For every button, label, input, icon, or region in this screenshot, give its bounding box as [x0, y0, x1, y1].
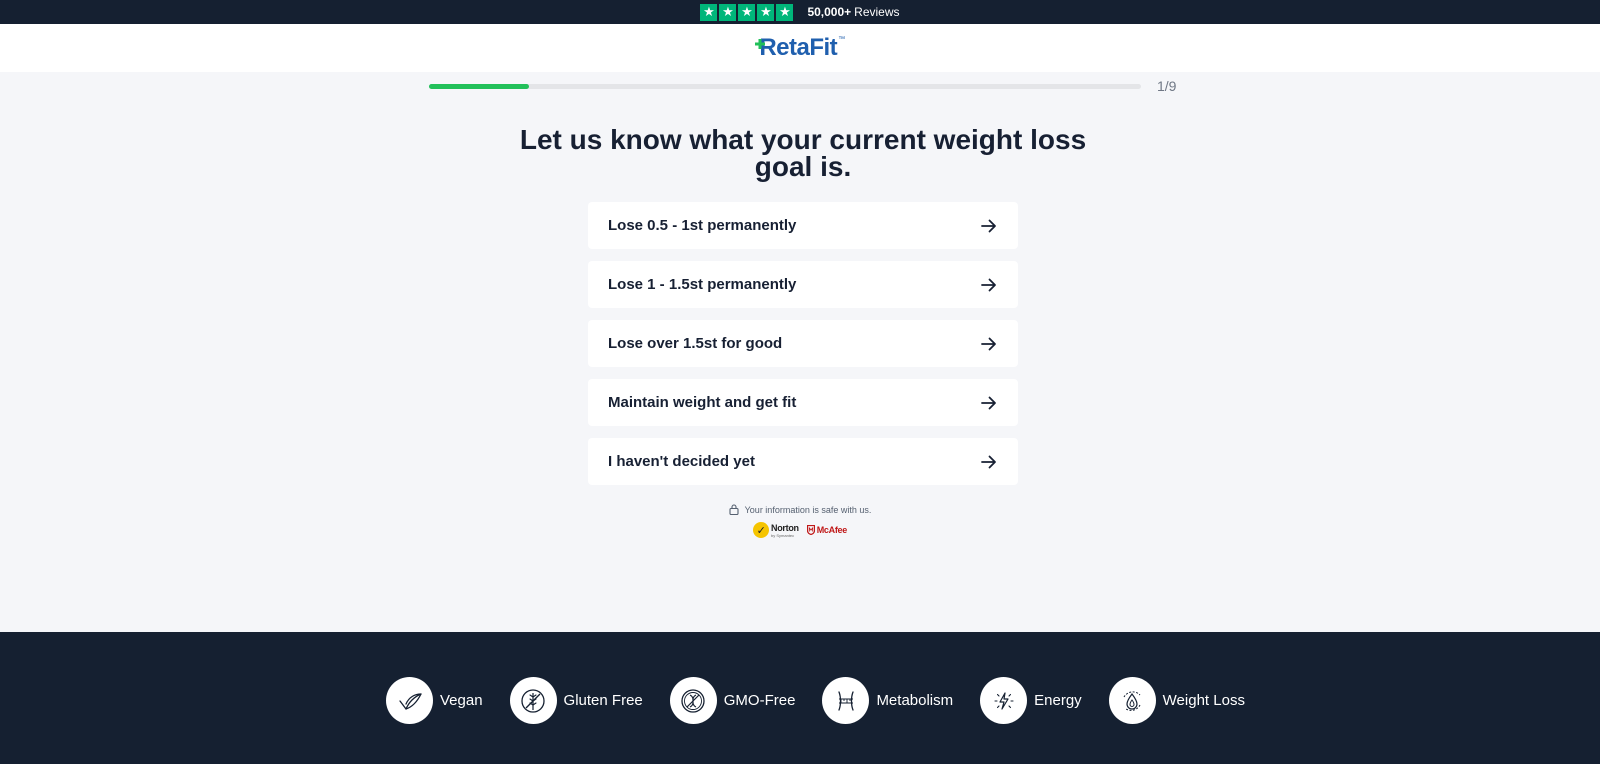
star-icon: ★: [719, 3, 737, 21]
question-title: Let us know what your current weight los…: [519, 124, 1087, 182]
lock-icon: [729, 504, 739, 515]
site-header: RetaFit ™: [0, 24, 1600, 72]
feature-icon-circle: [1108, 677, 1156, 724]
option-lose-over-one-half-stone[interactable]: Lose over 1.5st for good: [588, 320, 1018, 367]
reviews-label: Reviews: [854, 5, 900, 19]
arrow-right-icon: [981, 455, 996, 468]
waist-icon: [838, 690, 854, 711]
star-icon: ★: [738, 3, 756, 21]
mcafee-label: McAfee: [816, 525, 848, 535]
gmo-free-icon: [681, 688, 705, 713]
feature-label: Metabolism: [876, 692, 954, 709]
wheat-crossed-icon: [521, 688, 545, 713]
shield-icon: [806, 525, 815, 535]
option-label: Lose 0.5 - 1st permanently: [608, 217, 797, 234]
brand-logo[interactable]: RetaFit ™: [755, 34, 845, 62]
norton-label: Norton: [771, 522, 799, 533]
star-icon: ★: [776, 3, 794, 21]
star-icon: ★: [700, 3, 718, 21]
feature-icon-circle: [669, 677, 717, 724]
feature-label: Energy: [1034, 692, 1082, 709]
trademark-mark: ™: [838, 36, 845, 43]
security-text: Your information is safe with us.: [744, 504, 872, 515]
arrow-right-icon: [981, 396, 996, 409]
fat-burn-icon: [1123, 690, 1141, 711]
reviews-count: 50,000+: [807, 5, 852, 19]
security-note: Your information is safe with us.: [0, 504, 1600, 515]
answer-options: Lose 0.5 - 1st permanently Lose 1 - 1.5s…: [588, 202, 1018, 497]
trustpilot-stars: ★ ★ ★ ★ ★: [700, 3, 794, 21]
feature-vegan: Vegan: [386, 677, 483, 724]
feature-weight-loss: Weight Loss: [1108, 677, 1245, 724]
mcafee-badge: McAfee: [806, 525, 848, 535]
feature-gmo-free: GMO-Free: [669, 677, 796, 724]
leaf-icon: [398, 692, 422, 710]
feature-icon-circle: [980, 677, 1028, 724]
security-badges: ✓ Norton by Symantec McAfee: [0, 522, 1600, 538]
lightning-icon: [994, 691, 1014, 710]
feature-label: Vegan: [440, 692, 483, 709]
option-label: Lose over 1.5st for good: [608, 335, 783, 352]
progress-fill: [429, 84, 529, 89]
option-label: Lose 1 - 1.5st permanently: [608, 276, 797, 293]
norton-sub-label: by Symantec: [771, 532, 795, 538]
option-not-decided[interactable]: I haven't decided yet: [588, 438, 1018, 485]
option-lose-one-to-one-half-stone[interactable]: Lose 1 - 1.5st permanently: [588, 261, 1018, 308]
option-maintain-weight[interactable]: Maintain weight and get fit: [588, 379, 1018, 426]
feature-icon-circle: [822, 677, 870, 724]
arrow-right-icon: [981, 278, 996, 291]
norton-badge: ✓ Norton by Symantec: [753, 522, 799, 538]
progress-bar: [429, 84, 1141, 89]
option-lose-half-to-one-stone[interactable]: Lose 0.5 - 1st permanently: [588, 202, 1018, 249]
feature-icon-circle: [509, 677, 557, 724]
reviews-text: 50,000+ Reviews: [807, 5, 899, 19]
feature-label: Weight Loss: [1162, 692, 1245, 709]
feature-energy: Energy: [980, 677, 1082, 724]
arrow-right-icon: [981, 337, 996, 350]
feature-gluten-free: Gluten Free: [509, 677, 643, 724]
feature-label: Gluten Free: [563, 692, 643, 709]
feature-icon-circle: [386, 677, 433, 724]
option-label: Maintain weight and get fit: [608, 394, 797, 411]
feature-label: GMO-Free: [723, 692, 796, 709]
brand-name: RetaFit: [759, 34, 838, 61]
reviews-bar: ★ ★ ★ ★ ★ 50,000+ Reviews: [0, 0, 1600, 24]
star-icon: ★: [757, 3, 775, 21]
option-label: I haven't decided yet: [608, 453, 755, 470]
feature-metabolism: Metabolism: [822, 677, 953, 724]
checkmark-icon: ✓: [753, 522, 770, 538]
benefit-features: Vegan Gluten Free GMO-Free Metabolism En…: [386, 677, 1245, 724]
arrow-right-icon: [981, 219, 996, 232]
progress-counter: 1/9: [1157, 78, 1177, 94]
plus-icon: [755, 39, 766, 49]
